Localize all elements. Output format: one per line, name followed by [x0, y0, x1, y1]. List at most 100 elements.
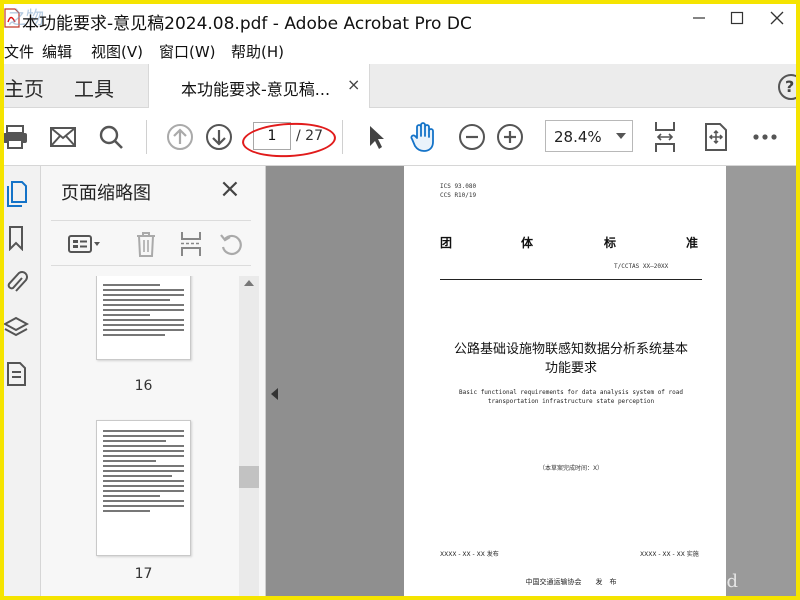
menu-edit[interactable]: 编辑 [42, 41, 72, 62]
document-view: ICS 93.080 CCS R10/19 团 体 标 准 T/CCTAS XX… [266, 166, 800, 600]
thumbnail-scrollbar[interactable] [239, 276, 259, 600]
page-up-icon [167, 124, 193, 150]
chevron-down-icon [616, 133, 626, 139]
toolbar-separator [342, 120, 343, 154]
hand-tool-icon [410, 122, 434, 152]
navigation-rail [0, 166, 41, 600]
layers-icon [3, 316, 29, 337]
tab-document[interactable]: 本功能要求-意见稿... × [148, 64, 370, 109]
panel-close-button[interactable]: × [219, 176, 241, 202]
zoom-out-button[interactable] [457, 122, 487, 152]
page-gutter [726, 166, 800, 600]
close-icon [770, 11, 784, 25]
minimize-icon [693, 17, 705, 19]
english-title: Basic functional requirements for data a… [434, 388, 708, 406]
thumbnail-list: 16 17 [41, 276, 239, 600]
select-tool-button[interactable] [361, 122, 391, 152]
help-button[interactable]: ? [778, 74, 800, 100]
menu-view[interactable]: 视图(V) [91, 41, 143, 62]
implementation-date: XXXX - XX - XX 实施 [640, 551, 699, 558]
full-screen-button[interactable] [701, 122, 731, 152]
rotate-icon [220, 234, 242, 256]
thumbnail-options-button[interactable] [65, 229, 105, 259]
tab-home[interactable]: 主页 [4, 73, 44, 102]
english-line-1: Basic functional requirements for data a… [459, 389, 683, 396]
document-tab-label: 本功能要求-意见稿... [181, 80, 331, 99]
minimize-button[interactable] [686, 6, 712, 30]
thumbnail-page-number: 17 [134, 566, 153, 582]
thumbnails-panel: 页面缩略图 × 16 17 [41, 166, 266, 600]
standard-char: 体 [521, 236, 534, 250]
zoom-value: 28.4% [554, 128, 602, 146]
header-rule [440, 279, 702, 280]
title-line-2: 功能要求 [544, 361, 597, 376]
zoom-select[interactable]: 28.4% [545, 120, 633, 152]
zoom-in-button[interactable] [495, 122, 525, 152]
window-title: 本功能要求-意见稿2024.08.pdf - Adobe Acrobat Pro… [22, 14, 472, 34]
english-line-2: transportation infrastructure state perc… [487, 398, 655, 405]
trash-icon [137, 232, 155, 257]
zoom-out-icon [459, 124, 485, 150]
fit-width-icon [655, 122, 675, 152]
scrollbar-thumb[interactable] [239, 466, 259, 488]
maximize-button[interactable] [724, 6, 750, 30]
mail-icon [50, 127, 76, 147]
tags-icon [7, 362, 26, 386]
page-thumbnails-icon [7, 181, 27, 207]
zoom-in-icon [497, 124, 523, 150]
tab-tools[interactable]: 工具 [74, 73, 114, 102]
search-icon [99, 125, 123, 149]
search-button[interactable] [96, 122, 126, 152]
thumbnail-toolbar [51, 220, 251, 266]
more-tools-button[interactable] [750, 122, 780, 152]
title-line-1: 公路基础设施物联感知数据分析系统基本 [453, 342, 688, 357]
standard-char: 准 [686, 236, 699, 250]
layers-button[interactable] [2, 314, 30, 342]
scroll-up-icon[interactable] [244, 280, 254, 286]
extract-page-button[interactable] [176, 229, 206, 259]
toolbar-separator [146, 120, 147, 154]
insert-page-icon [181, 232, 201, 256]
menu-bar: 文件 编辑 视图(V) 窗口(W) 帮助(H) [0, 38, 800, 64]
menu-help[interactable]: 帮助(H) [231, 41, 284, 62]
menu-file[interactable]: 文件 [4, 41, 34, 62]
maximize-icon [730, 11, 744, 25]
select-cursor-icon [370, 126, 384, 149]
page-down-button[interactable] [204, 122, 234, 152]
full-screen-icon [705, 123, 727, 151]
document-tab-close-button[interactable]: × [347, 75, 360, 94]
hand-tool-button[interactable] [408, 122, 438, 152]
title-bar: 之物 本功能要求-意见稿2024.08.pdf - Adobe Acrobat … [0, 0, 800, 38]
print-icon [3, 125, 27, 149]
page-up-button[interactable] [165, 122, 195, 152]
pdf-page: ICS 93.080 CCS R10/19 团 体 标 准 T/CCTAS XX… [404, 166, 726, 600]
collapse-panel-icon[interactable] [271, 388, 278, 400]
more-icon [753, 134, 777, 140]
thumbnail-page[interactable] [96, 276, 191, 360]
bookmarks-icon [9, 226, 23, 251]
release-date: XXXX - XX - XX 发布 [440, 551, 499, 558]
ccs-line: CCS R10/19 [440, 192, 477, 199]
standard-heading: 团 体 标 准 [440, 234, 702, 250]
options-menu-icon [68, 235, 100, 253]
standard-char: 标 [604, 236, 617, 250]
page-thumbnails-button[interactable] [2, 180, 30, 208]
close-window-button[interactable] [764, 6, 790, 30]
menu-window[interactable]: 窗口(W) [159, 41, 216, 62]
ics-line: ICS 93.080 [440, 183, 477, 190]
attachments-button[interactable] [2, 268, 30, 296]
bookmarks-button[interactable] [2, 224, 30, 252]
fit-width-button[interactable] [650, 122, 680, 152]
toolbar: 1 / 27 28.4% [0, 108, 800, 166]
standard-char: 团 [440, 236, 453, 250]
mail-button[interactable] [48, 122, 78, 152]
print-button[interactable] [0, 122, 30, 152]
attachments-icon [7, 271, 28, 292]
tags-button[interactable] [2, 360, 30, 388]
delete-page-button[interactable] [131, 229, 161, 259]
document-title: 公路基础设施物联感知数据分析系统基本 功能要求 [434, 340, 708, 378]
rotate-page-button[interactable] [216, 229, 246, 259]
thumbnail-page[interactable] [96, 420, 191, 556]
draft-note: （本草案完成时间：X） [538, 465, 604, 472]
panel-title: 页面缩略图 [61, 183, 151, 204]
